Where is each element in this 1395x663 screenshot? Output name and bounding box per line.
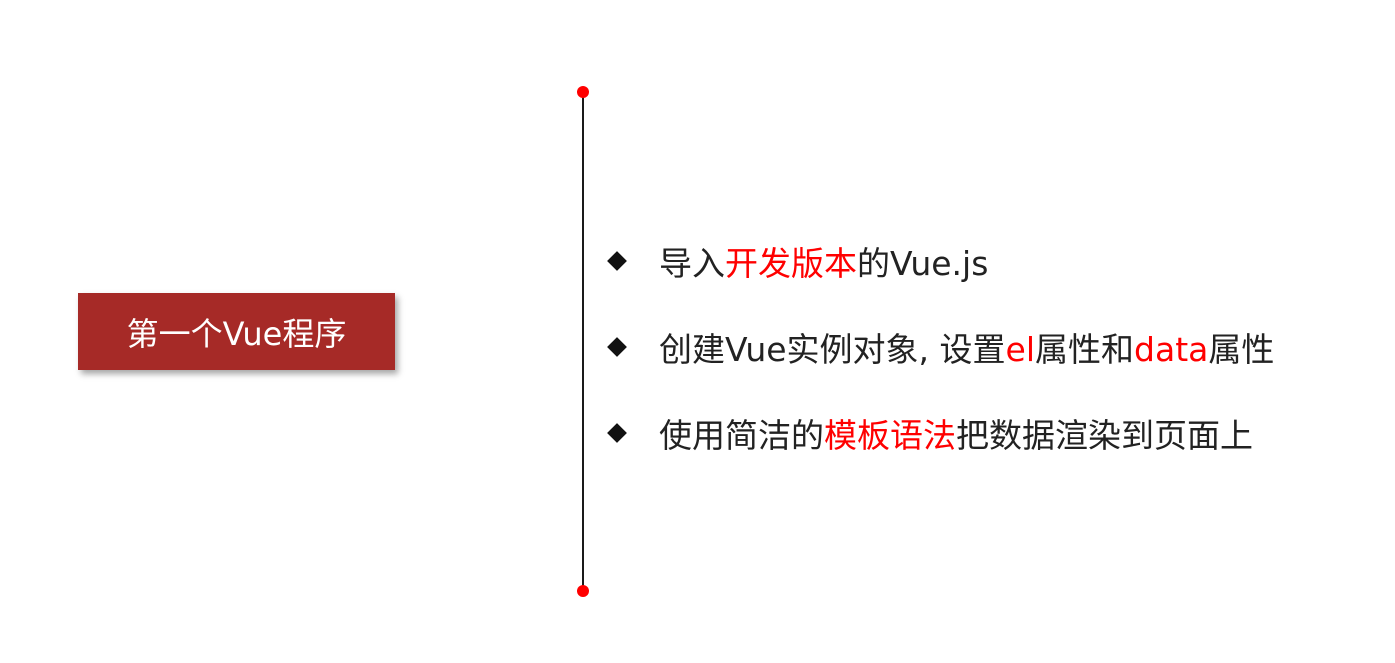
bullet-text-segment: 把数据渲染到页面上 (956, 416, 1253, 455)
diamond-bullet-icon (608, 424, 626, 442)
bullet-item-3: 使用简洁的模板语法把数据渲染到页面上 (603, 404, 1383, 462)
bullet-text-segment: 属性 (1208, 330, 1275, 369)
bullet-item-1: 导入开发版本的Vue.js (603, 232, 1383, 290)
bullet-text-segment: 导入 (659, 244, 725, 283)
timeline-dot-top (577, 86, 589, 98)
bullet-list: 导入开发版本的Vue.js 创建Vue实例对象, 设置el属性和data属性 使… (603, 232, 1383, 490)
bullet-text-3: 使用简洁的模板语法把数据渲染到页面上 (659, 409, 1253, 457)
bullet-text-highlight: el (1005, 330, 1036, 369)
bullet-item-2: 创建Vue实例对象, 设置el属性和data属性 (603, 318, 1383, 376)
bullet-text-segment: 创建Vue实例对象, 设置 (659, 330, 1006, 369)
bullet-text-segment: 属性和 (1035, 330, 1135, 369)
slide: 第一个Vue程序 导入开发版本的Vue.js 创建Vue实例对象, 设置el属性… (0, 0, 1395, 663)
bullet-text-highlight: 开发版本 (725, 244, 857, 283)
timeline-dot-bottom (577, 585, 589, 597)
diamond-bullet-icon (608, 338, 626, 356)
slide-title-box: 第一个Vue程序 (78, 293, 395, 370)
timeline-line (582, 92, 584, 592)
bullet-text-highlight: data (1134, 330, 1209, 369)
bullet-text-highlight: 模板语法 (824, 416, 956, 455)
diamond-bullet-icon (608, 252, 626, 270)
bullet-text-1: 导入开发版本的Vue.js (659, 237, 988, 285)
slide-title: 第一个Vue程序 (126, 314, 347, 353)
bullet-text-2: 创建Vue实例对象, 设置el属性和data属性 (659, 323, 1274, 371)
bullet-text-segment: 的Vue.js (857, 244, 989, 283)
bullet-text-segment: 使用简洁的 (659, 416, 824, 455)
